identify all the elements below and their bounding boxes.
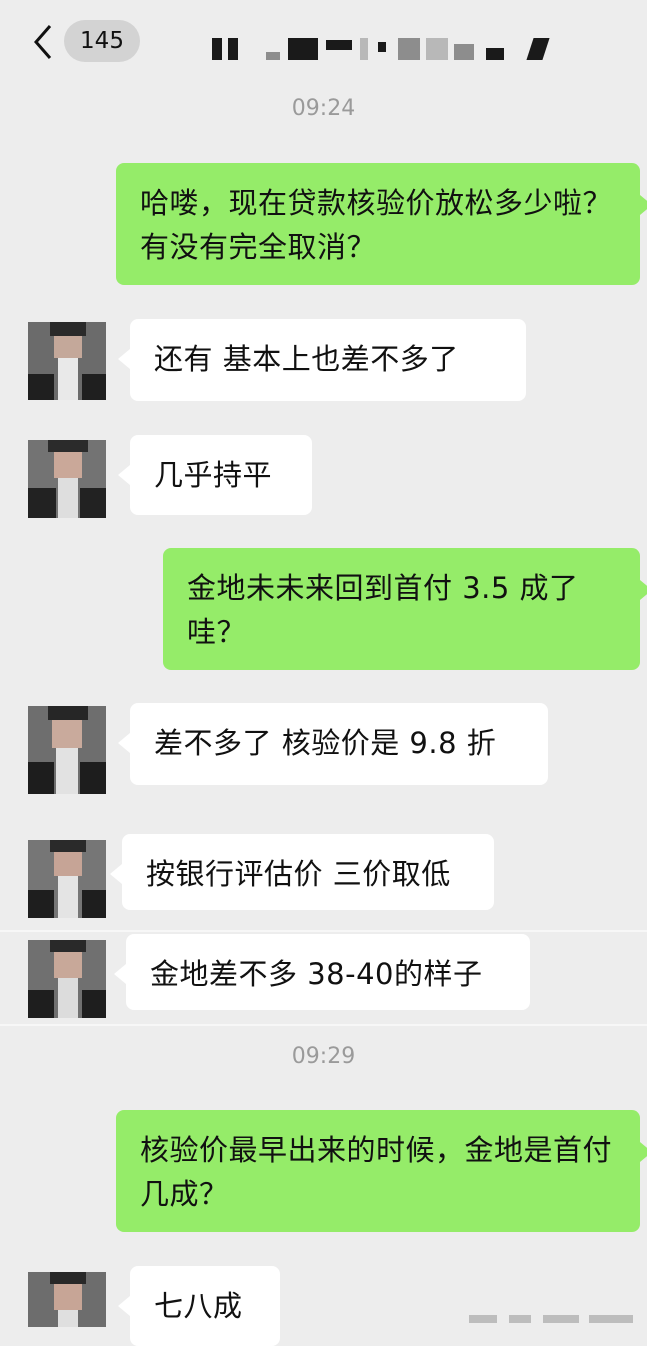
chevron-left-icon [34, 25, 52, 59]
message-bubble-received[interactable]: 按银行评估价 三价取低 [110, 834, 494, 910]
contact-avatar[interactable] [28, 322, 106, 400]
back-button[interactable] [30, 22, 56, 62]
message-bubble-sent[interactable]: 金地未未来回到首付 3.5 成了哇？ [163, 548, 647, 670]
message-bubble-sent[interactable]: 哈喽，现在贷款核验价放松多少啦？有没有完全取消？ [116, 163, 647, 285]
contact-avatar[interactable] [28, 840, 106, 918]
message-bubble-received[interactable]: 金地差不多 38-40的样子 [114, 934, 530, 1010]
chat-title-redacted [210, 38, 590, 60]
screenshot-seam [0, 1024, 647, 1026]
unread-count-badge[interactable]: 145 [64, 20, 140, 62]
watermark [469, 1311, 639, 1325]
message-bubble-received[interactable]: 几乎持平 [118, 435, 312, 515]
contact-avatar[interactable] [28, 440, 106, 518]
message-bubble-sent[interactable]: 核验价最早出来的时候，金地是首付几成？ [116, 1110, 647, 1232]
screenshot-seam [0, 930, 647, 932]
contact-avatar[interactable] [28, 706, 106, 794]
contact-avatar[interactable] [28, 1272, 106, 1327]
chat-header: 145 [0, 0, 647, 82]
timestamp: 09:24 [291, 96, 356, 121]
message-bubble-received[interactable]: 差不多了 核验价是 9.8 折 [118, 703, 548, 785]
contact-avatar[interactable] [28, 940, 106, 1018]
timestamp: 09:29 [291, 1044, 356, 1069]
message-bubble-received[interactable]: 七八成 [118, 1266, 280, 1346]
message-bubble-received[interactable]: 还有 基本上也差不多了 [118, 319, 526, 401]
